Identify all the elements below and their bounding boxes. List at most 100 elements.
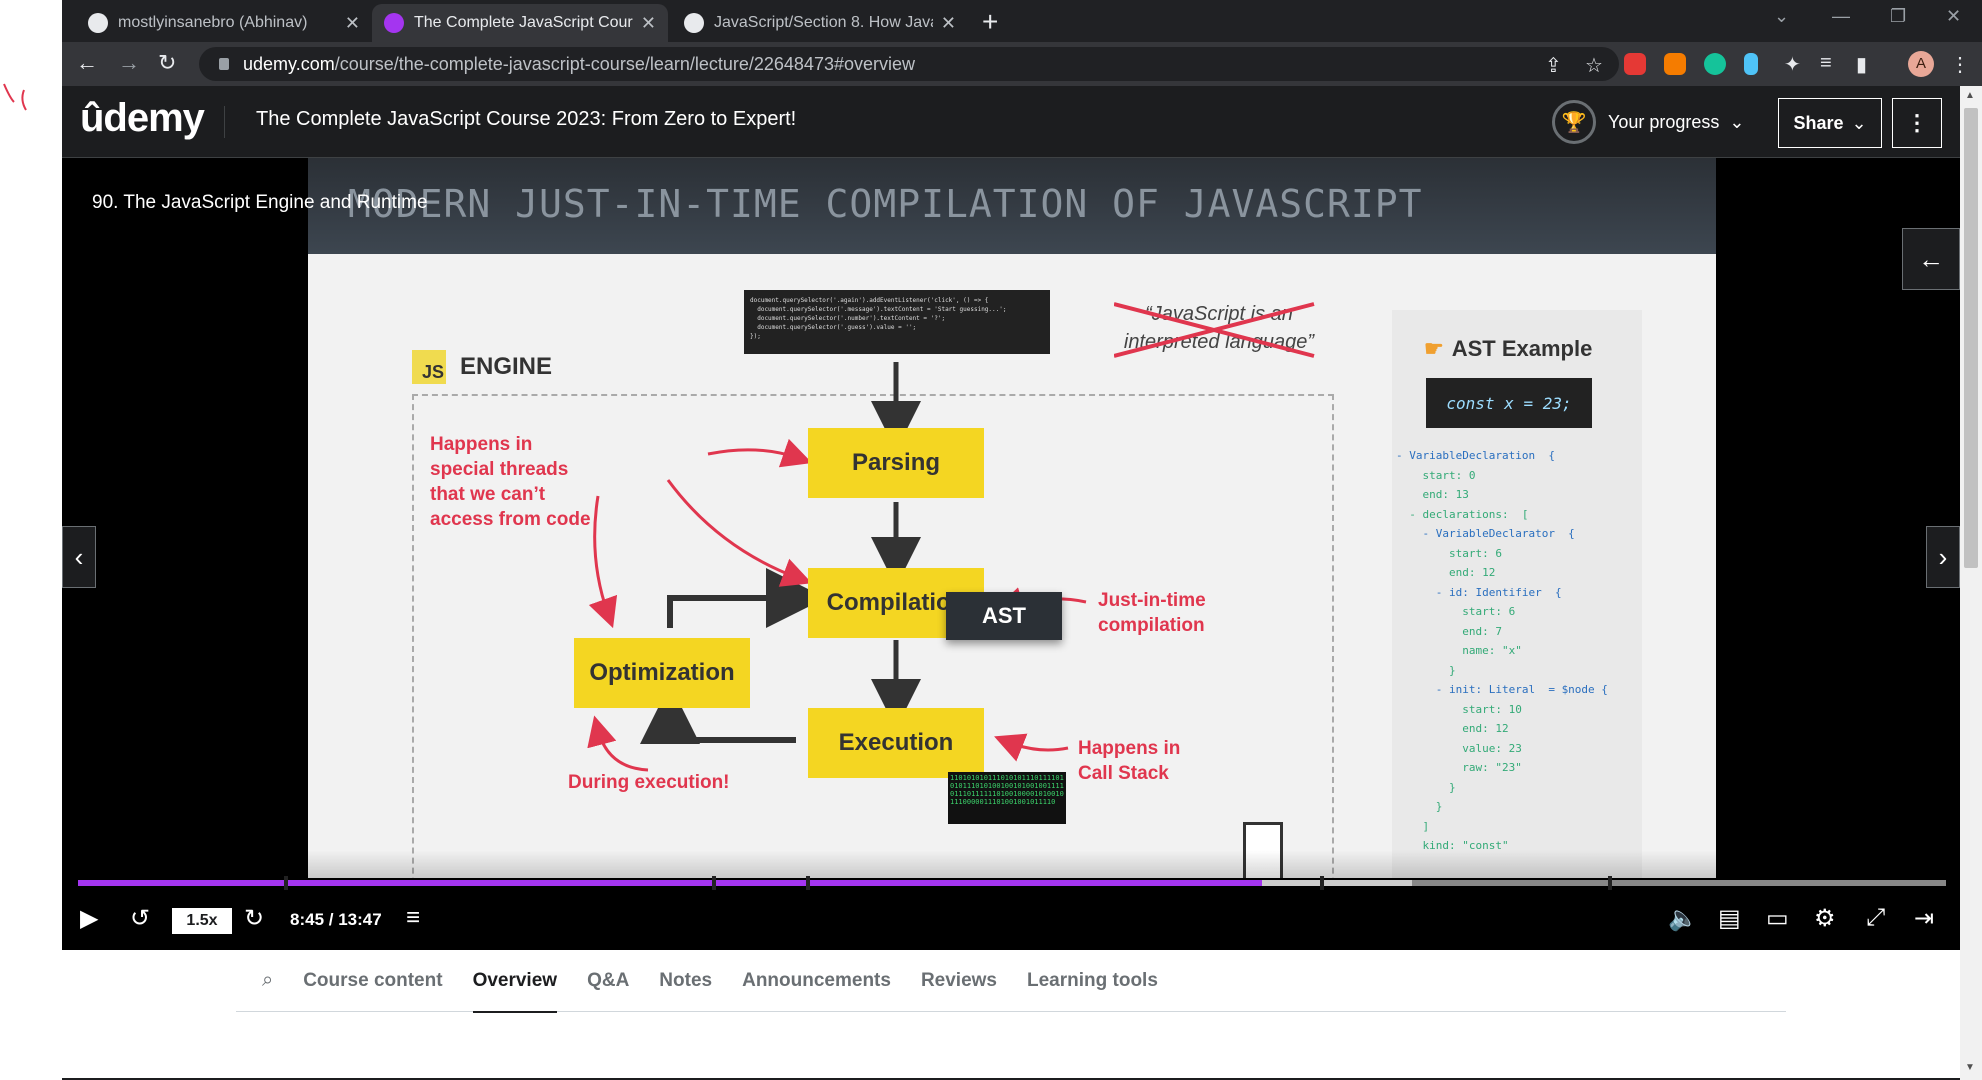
tab-learning-tools[interactable]: Learning tools (1027, 950, 1158, 1012)
ast-tree-line: end: 13 (1396, 488, 1469, 501)
tab-label: JavaScript/Section 8. How JavaSc (714, 14, 933, 31)
playback-speed-button[interactable]: 1.5x (172, 908, 232, 934)
ast-tree-line: } (1396, 800, 1443, 813)
extension-icon-pen[interactable] (1744, 53, 1758, 75)
browser-toolbar: ← → ↻ udemy.com/course/the-complete-java… (62, 42, 1982, 86)
share-button[interactable]: Share ⌄ (1778, 98, 1882, 148)
tab-search-icon[interactable]: ⌄ (1774, 6, 1789, 27)
tab-reviews[interactable]: Reviews (921, 950, 997, 1012)
ast-tree-line: end: 12 (1396, 566, 1496, 579)
udemy-icon (384, 13, 404, 33)
browser-menu-icon[interactable]: ⋮ (1950, 52, 1970, 77)
header-divider (224, 106, 225, 138)
app-root: { "browser": { "tabs": [ {"label": "most… (0, 0, 1982, 1080)
close-icon[interactable]: ✕ (345, 13, 360, 34)
ast-tree-line: start: 6 (1396, 605, 1516, 618)
ast-tree: - VariableDeclaration { start: 0 end: 13… (1396, 446, 1608, 856)
ast-tree-line: start: 6 (1396, 546, 1502, 560)
url-text: udemy.com/course/the-complete-javascript… (243, 53, 916, 74)
side-panel-icon[interactable]: ▮ (1856, 52, 1867, 77)
ast-example-panel: ☛ AST Example const x = 23; - VariableDec… (1392, 310, 1642, 878)
reload-icon[interactable]: ↻ (158, 50, 176, 76)
udemy-logo[interactable]: ûdemy (80, 96, 205, 141)
fullscreen-icon[interactable]: ⤢ (1866, 904, 1885, 932)
search-icon[interactable]: ⌕ (262, 969, 273, 992)
extension-icon-red[interactable] (1624, 53, 1646, 75)
ast-tree-line: start: 0 (1396, 468, 1476, 482)
tab-course-content[interactable]: Course content (303, 950, 442, 1012)
video-slide: MODERN JUST-IN-TIME COMPILATION OF JAVAS… (308, 158, 1716, 878)
course-title[interactable]: The Complete JavaScript Course 2023: Fro… (256, 108, 796, 131)
special-threads-note: Happens in special threads that we can’t… (430, 434, 591, 530)
close-icon[interactable]: ✕ (641, 13, 656, 34)
ast-label: AST (946, 592, 1062, 640)
new-tab-button[interactable]: + (982, 6, 998, 38)
machine-code-box: 1101010101110101011101111010101110101001… (948, 772, 1066, 824)
more-options-button[interactable]: ⋮ (1892, 98, 1942, 148)
address-bar[interactable]: udemy.com/course/the-complete-javascript… (199, 47, 1619, 81)
profile-avatar[interactable]: A (1908, 51, 1934, 77)
chapter-marker (284, 876, 288, 890)
tab-announcements[interactable]: Announcements (742, 950, 891, 1012)
close-icon[interactable]: ✕ (941, 13, 956, 34)
reading-list-icon[interactable]: ≡ (1820, 52, 1832, 75)
tab-label: mostlyinsanebro (Abhinav) (118, 14, 308, 31)
back-icon[interactable]: ← (76, 50, 98, 76)
transcript-icon[interactable]: ▤ (1718, 904, 1741, 933)
collapse-sidebar-button[interactable]: ← (1902, 228, 1960, 290)
browser-tab-github-profile[interactable]: mostlyinsanebro (Abhinav) ✕ (76, 4, 372, 42)
forward-5-icon[interactable]: ↻ (244, 904, 264, 933)
chapter-marker (806, 876, 810, 890)
ast-tree-line: - id: Identifier { (1396, 585, 1562, 599)
ast-tree-line: - VariableDeclarator { (1396, 527, 1575, 540)
browser-tab-github-repo[interactable]: JavaScript/Section 8. How JavaSc ✕ (672, 4, 968, 42)
ast-example-title: ☛ AST Example (1424, 336, 1593, 361)
window-close-button[interactable]: ✕ (1946, 6, 1961, 27)
share-label: Share (1793, 112, 1844, 133)
extension-icon-orange[interactable] (1664, 53, 1686, 75)
extensions-puzzle-icon[interactable]: ✦ (1784, 52, 1801, 77)
add-note-icon[interactable]: ≡ (406, 904, 420, 932)
volume-icon[interactable]: 🔈 (1668, 904, 1698, 933)
chevron-down-icon: ⌄ (1851, 112, 1867, 133)
settings-gear-icon[interactable]: ⚙ (1814, 904, 1836, 933)
ast-tree-line: name: "x" (1396, 644, 1522, 657)
ast-tree-line: end: 12 (1396, 722, 1509, 735)
ast-tree-line: end: 7 (1396, 624, 1502, 638)
video-player[interactable]: MODERN JUST-IN-TIME COMPILATION OF JAVAS… (62, 158, 1960, 950)
ast-tree-line: raw: "23" (1396, 761, 1522, 774)
scroll-down-icon[interactable]: ▼ (1965, 1062, 1975, 1073)
browser-tab-udemy[interactable]: The Complete JavaScript Course ✕ (372, 4, 668, 42)
ast-tree-line: value: 23 (1396, 741, 1522, 755)
tab-overview[interactable]: Overview (472, 950, 557, 1013)
course-header: ûdemy The Complete JavaScript Course 202… (62, 86, 1960, 158)
forward-icon[interactable]: → (118, 50, 140, 76)
share-page-icon[interactable]: ⇪ (1545, 53, 1562, 78)
bookmark-star-icon[interactable]: ☆ (1585, 53, 1603, 78)
page-scrollbar[interactable]: ▲ ▼ (1960, 86, 1982, 1080)
progress-scrubber[interactable] (78, 876, 1946, 890)
optimization-box: Optimization (574, 638, 750, 708)
theatre-mode-icon[interactable]: ⇥ (1914, 904, 1934, 933)
scroll-up-icon[interactable]: ▲ (1965, 90, 1975, 101)
rewind-5-icon[interactable]: ↺ (130, 904, 150, 933)
pointing-hand-icon: ☛ (1424, 336, 1444, 361)
restore-button[interactable]: ❐ (1890, 6, 1906, 27)
scrollbar-thumb[interactable] (1964, 108, 1978, 568)
minimize-button[interactable]: — (1832, 6, 1850, 27)
ast-tree-line: - init: Literal = $node { (1396, 683, 1608, 696)
annotation-scribble (3, 83, 27, 111)
play-icon[interactable]: ▶ (80, 904, 98, 933)
captions-icon[interactable]: ▭ (1766, 904, 1789, 933)
chapter-marker (712, 876, 716, 890)
grammarly-icon[interactable] (1704, 53, 1726, 75)
execution-box: Execution (808, 708, 984, 778)
tab-notes[interactable]: Notes (659, 950, 712, 1012)
chevron-down-icon: ⌄ (1729, 111, 1745, 132)
lock-icon (219, 58, 229, 70)
previous-lecture-button[interactable]: ‹ (62, 526, 96, 588)
progress-label: Your progress (1608, 111, 1720, 132)
next-lecture-button[interactable]: › (1926, 526, 1960, 588)
tab-q-a[interactable]: Q&A (587, 950, 629, 1012)
progress-button[interactable]: 🏆 Your progress ⌄ (1552, 100, 1745, 144)
